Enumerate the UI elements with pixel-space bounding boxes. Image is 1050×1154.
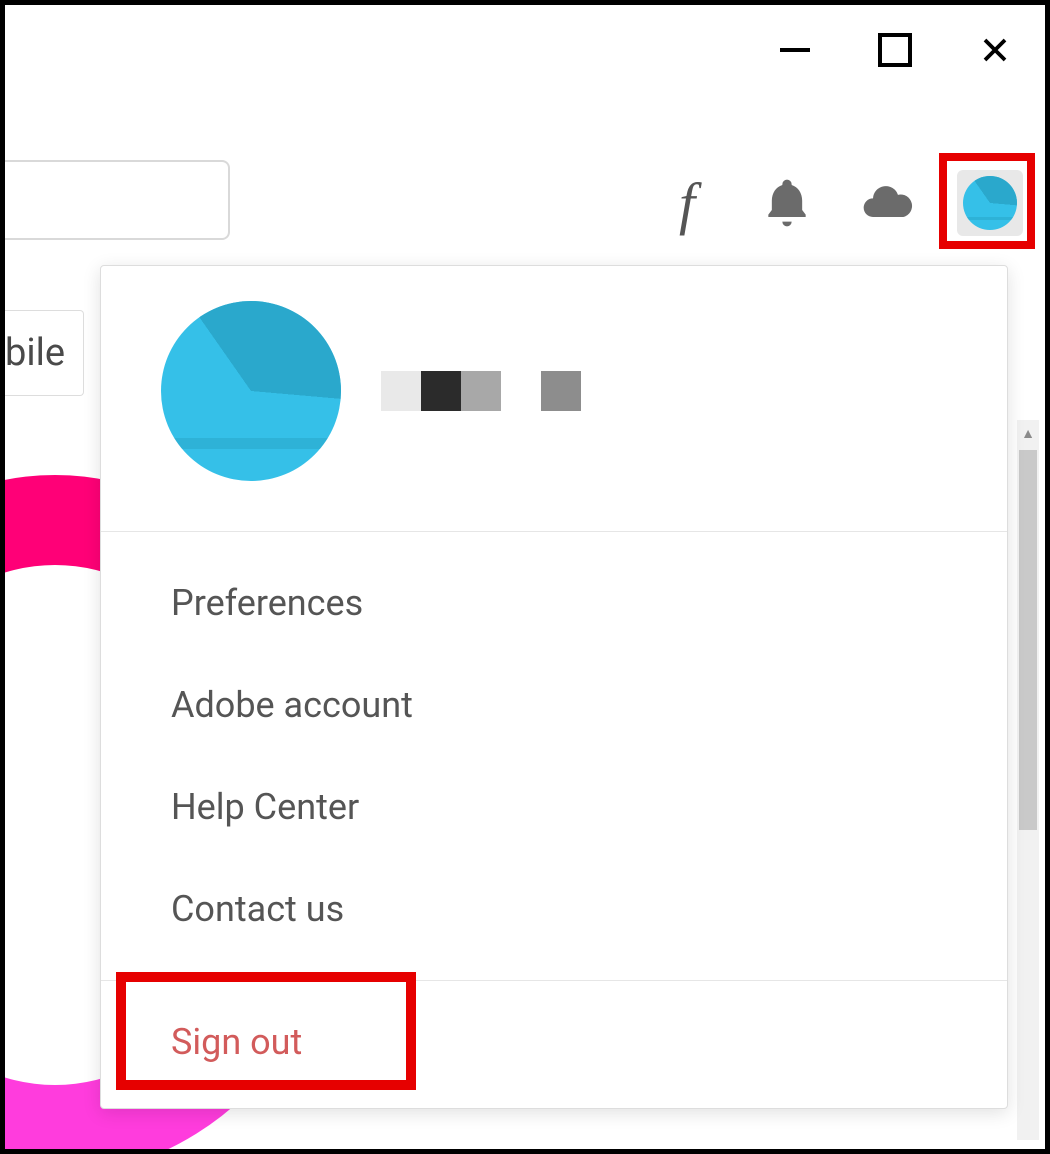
menu-item-preferences[interactable]: Preferences <box>101 552 1007 654</box>
menu-item-contact-us[interactable]: Contact us <box>101 858 1007 960</box>
window-maximize-button[interactable] <box>875 30 915 70</box>
notifications-icon[interactable] <box>757 173 817 233</box>
app-window: f bile ▲ <box>0 0 1050 1154</box>
avatar-icon <box>963 176 1017 230</box>
scrollbar-thumb[interactable] <box>1019 450 1037 830</box>
toolbar-right: f <box>657 170 1023 236</box>
cloud-sync-icon[interactable] <box>857 173 917 233</box>
account-dropdown: Preferences Adobe account Help Center Co… <box>100 265 1008 1109</box>
dropdown-footer: Sign out <box>101 980 1007 1108</box>
menu-item-help-center[interactable]: Help Center <box>101 756 1007 858</box>
background-tab-partial[interactable]: bile <box>5 310 84 396</box>
window-controls <box>775 30 1015 70</box>
close-icon <box>980 35 1010 65</box>
dropdown-header <box>101 266 1007 532</box>
username-redacted <box>381 371 581 411</box>
search-input[interactable] <box>5 160 230 240</box>
dropdown-menu-list: Preferences Adobe account Help Center Co… <box>101 532 1007 980</box>
menu-item-adobe-account[interactable]: Adobe account <box>101 654 1007 756</box>
account-avatar-button[interactable] <box>957 170 1023 236</box>
sign-out-link[interactable]: Sign out <box>171 1021 302 1063</box>
fonts-icon[interactable]: f <box>657 173 717 233</box>
avatar-large-icon <box>161 301 341 481</box>
window-minimize-button[interactable] <box>775 30 815 70</box>
window-close-button[interactable] <box>975 30 1015 70</box>
vertical-scrollbar[interactable]: ▲ <box>1017 420 1039 1140</box>
scroll-up-arrow-icon[interactable]: ▲ <box>1017 422 1039 444</box>
